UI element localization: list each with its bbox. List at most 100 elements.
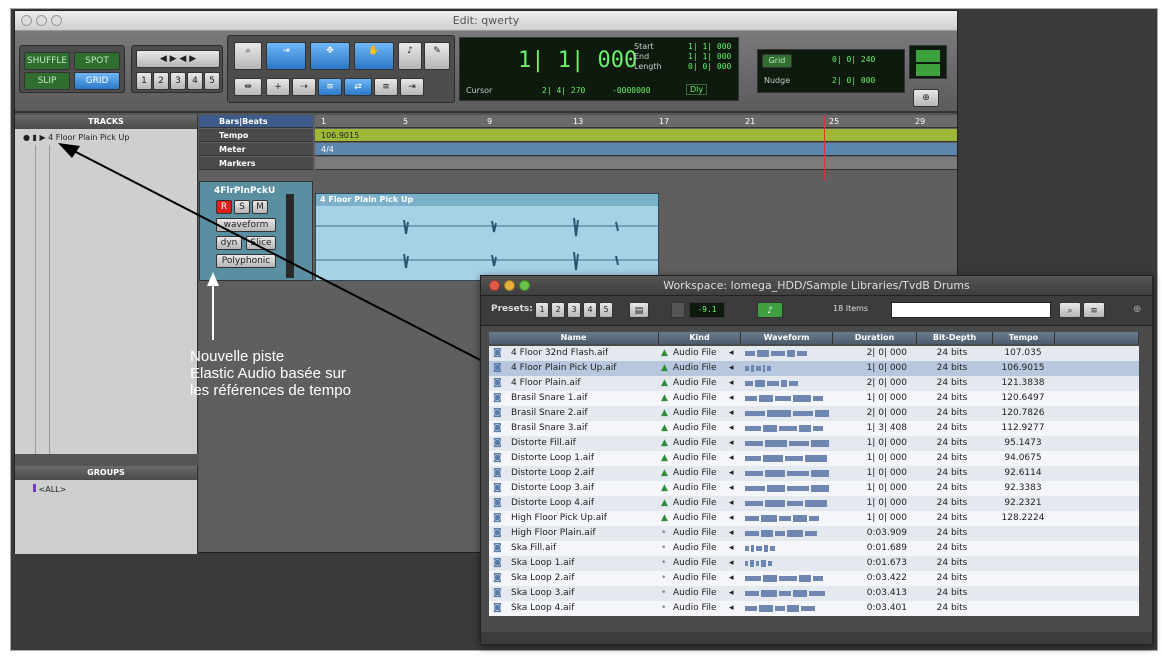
track-name[interactable]: 4FlrPlnPckU <box>214 186 275 196</box>
preset-5[interactable]: 5 <box>599 302 613 318</box>
tool-option-1-icon[interactable]: ⇹ <box>234 78 262 96</box>
track-list-item[interactable]: ● ▮ ▶ 4 Floor Plain Pick Up <box>23 133 129 142</box>
tool-option-5-icon[interactable]: ⇄ <box>344 78 372 96</box>
zoom-arrows-button[interactable]: ◀ ▶ ◀ ▶ <box>136 50 220 68</box>
speaker-icon[interactable]: ◂ <box>729 481 739 496</box>
table-row[interactable]: ◙ Brasil Snare 1.aif ▲ Audio File ◂ 1| 0| 000… <box>489 391 1139 406</box>
table-row[interactable]: ◙ Distorte Loop 3.aif ▲ Audio File ◂ 1| 0| 00… <box>489 481 1139 496</box>
track-view-selector[interactable]: waveform <box>216 218 276 232</box>
grid-mode-button[interactable]: GRID <box>74 72 120 90</box>
markers-ruler-area[interactable] <box>315 157 957 170</box>
workspace-search-input[interactable] <box>891 302 1051 318</box>
speaker-icon[interactable]: ◂ <box>729 436 739 451</box>
audio-clip[interactable]: 4 Floor Plain Pick Up <box>315 193 659 281</box>
speaker-icon[interactable]: ◂ <box>729 601 739 616</box>
column-header-waveform[interactable]: Waveform <box>741 332 833 344</box>
meter-value[interactable]: 4/4 <box>315 143 957 156</box>
zoom-preset-3[interactable]: 3 <box>170 72 186 90</box>
scrubber-tool-icon[interactable]: ♪ <box>398 42 422 70</box>
column-header-kind[interactable]: Kind <box>659 332 741 344</box>
column-header-name[interactable]: Name <box>489 332 659 344</box>
trim-tool-icon[interactable]: ⇥ <box>266 42 306 70</box>
speaker-icon[interactable]: ◂ <box>729 346 739 361</box>
zoom-preset-1[interactable]: 1 <box>136 72 152 90</box>
column-header-duration[interactable]: Duration <box>833 332 917 344</box>
table-row[interactable]: ◙ Ska Loop 3.aif • Audio File ◂ 0:03.413 24 bi… <box>489 586 1139 601</box>
groups-item[interactable]: <ALL> <box>33 484 66 494</box>
mute-button[interactable]: M <box>252 200 268 214</box>
table-row[interactable]: ◙ Ska Fill.aif • Audio File ◂ 0:01.689 24 bits <box>489 541 1139 556</box>
shuffle-mode-button[interactable]: SHUFFLE <box>24 52 70 70</box>
record-enable-button[interactable]: R <box>216 200 232 214</box>
preset-2[interactable]: 2 <box>551 302 565 318</box>
pencil-tool-icon[interactable]: ✎ <box>424 42 450 70</box>
grid-value[interactable]: 0| 0| 240 <box>832 55 875 64</box>
zoomer-tool-icon[interactable]: ⌕ <box>234 42 262 70</box>
elastic-plugin-selector[interactable]: Polyphonic <box>216 254 276 268</box>
speaker-icon[interactable]: ◂ <box>729 451 739 466</box>
spot-mode-button[interactable]: SPOT <box>74 52 120 70</box>
table-row[interactable]: ◙ Ska Loop 2.aif • Audio File ◂ 0:03.422 24 bi… <box>489 571 1139 586</box>
table-row[interactable]: ◙ Brasil Snare 3.aif ▲ Audio File ◂ 1| 3| 408… <box>489 421 1139 436</box>
preview-icon[interactable] <box>671 302 685 318</box>
speaker-icon[interactable]: ◂ <box>729 406 739 421</box>
tool-option-2-icon[interactable]: + <box>266 78 290 96</box>
dly-button[interactable]: Dly <box>686 84 708 95</box>
timebase-selector[interactable]: dyn <box>216 236 242 250</box>
table-row[interactable]: ◙ High Floor Pick Up.aif ▲ Audio File ◂ 1| 0|… <box>489 511 1139 526</box>
speaker-icon[interactable]: ◂ <box>729 391 739 406</box>
table-row[interactable]: ◙ Distorte Loop 2.aif ▲ Audio File ◂ 1| 0| 00… <box>489 466 1139 481</box>
audition-icon[interactable]: ♪ <box>757 302 783 318</box>
speaker-icon[interactable]: ◂ <box>729 421 739 436</box>
preset-4[interactable]: 4 <box>583 302 597 318</box>
grabber-tool-icon[interactable]: ✥ <box>310 42 350 70</box>
search-icon[interactable]: ⌕ <box>1059 302 1081 318</box>
toolbar-options-icon[interactable]: ⊕ <box>913 89 939 107</box>
speaker-icon[interactable]: ◂ <box>729 361 739 376</box>
table-row[interactable]: ◙ High Floor Plain.aif • Audio File ◂ 0:03.90… <box>489 526 1139 541</box>
grid-label[interactable]: Grid <box>762 54 792 68</box>
table-row[interactable]: ◙ 4 Floor Plain Pick Up.aif ▲ Audio File ◂ 1|… <box>489 361 1139 376</box>
table-row[interactable]: ◙ Ska Loop 1.aif • Audio File ◂ 0:01.673 24 bi… <box>489 556 1139 571</box>
length-value[interactable]: 0| 0| 000 <box>688 62 731 72</box>
tool-option-3-icon[interactable]: ⇢ <box>292 78 316 96</box>
preview-volume[interactable]: -9.1 <box>689 302 725 318</box>
speaker-icon[interactable]: ◂ <box>729 466 739 481</box>
speaker-icon[interactable]: ◂ <box>729 571 739 586</box>
main-counter-value[interactable]: 1| 1| 000 <box>518 48 637 73</box>
table-row[interactable]: ◙ Distorte Fill.aif ▲ Audio File ◂ 1| 0| 000 2… <box>489 436 1139 451</box>
column-header-tempo[interactable]: Tempo <box>993 332 1055 344</box>
speaker-icon[interactable]: ◂ <box>729 376 739 391</box>
column-header-bit-depth[interactable]: Bit-Depth <box>917 332 993 344</box>
zoom-preset-5[interactable]: 5 <box>204 72 220 90</box>
options-icon[interactable]: ⊕ <box>1133 304 1141 315</box>
nudge-value[interactable]: 2| 0| 000 <box>832 76 875 85</box>
speaker-icon[interactable]: ◂ <box>729 496 739 511</box>
speaker-icon[interactable]: ◂ <box>729 586 739 601</box>
track-show-icon[interactable]: ● ▮ ▶ <box>23 133 48 142</box>
browser-menu-icon[interactable]: ▤ <box>629 302 649 318</box>
list-view-icon[interactable]: ≡ <box>1083 302 1105 318</box>
table-row[interactable]: ◙ Brasil Snare 2.aif ▲ Audio File ◂ 2| 0| 000… <box>489 406 1139 421</box>
speaker-icon[interactable]: ◂ <box>729 526 739 541</box>
table-row[interactable]: ◙ 4 Floor 32nd Flash.aif ▲ Audio File ◂ 2| 0|… <box>489 346 1139 361</box>
tool-option-7-icon[interactable]: ⇥ <box>400 78 424 96</box>
zoom-preset-4[interactable]: 4 <box>187 72 203 90</box>
speaker-icon[interactable]: ◂ <box>729 511 739 526</box>
bars-ruler-area[interactable]: 1 5 9 13 17 21 25 29 <box>315 115 957 128</box>
hand-tool-icon[interactable]: ✋ <box>354 42 394 70</box>
end-value[interactable]: 1| 1| 000 <box>688 52 731 62</box>
zoom-preset-2[interactable]: 2 <box>153 72 169 90</box>
slip-mode-button[interactable]: SLIP <box>24 72 70 90</box>
start-value[interactable]: 1| 1| 000 <box>688 42 731 52</box>
tool-option-6-icon[interactable]: ≡ <box>374 78 398 96</box>
preset-3[interactable]: 3 <box>567 302 581 318</box>
table-row[interactable]: ◙ 4 Floor Plain.aif ▲ Audio File ◂ 2| 0| 000 2… <box>489 376 1139 391</box>
slice-selector[interactable]: Slice <box>246 236 276 250</box>
speaker-icon[interactable]: ◂ <box>729 556 739 571</box>
speaker-icon[interactable]: ◂ <box>729 541 739 556</box>
table-row[interactable]: ◙ Ska Loop 4.aif • Audio File ◂ 0:03.401 24 bi… <box>489 601 1139 616</box>
table-row[interactable]: ◙ Distorte Loop 4.aif ▲ Audio File ◂ 1| 0| 00… <box>489 496 1139 511</box>
tool-option-4-icon[interactable]: ≡ <box>318 78 342 96</box>
solo-button[interactable]: S <box>234 200 250 214</box>
